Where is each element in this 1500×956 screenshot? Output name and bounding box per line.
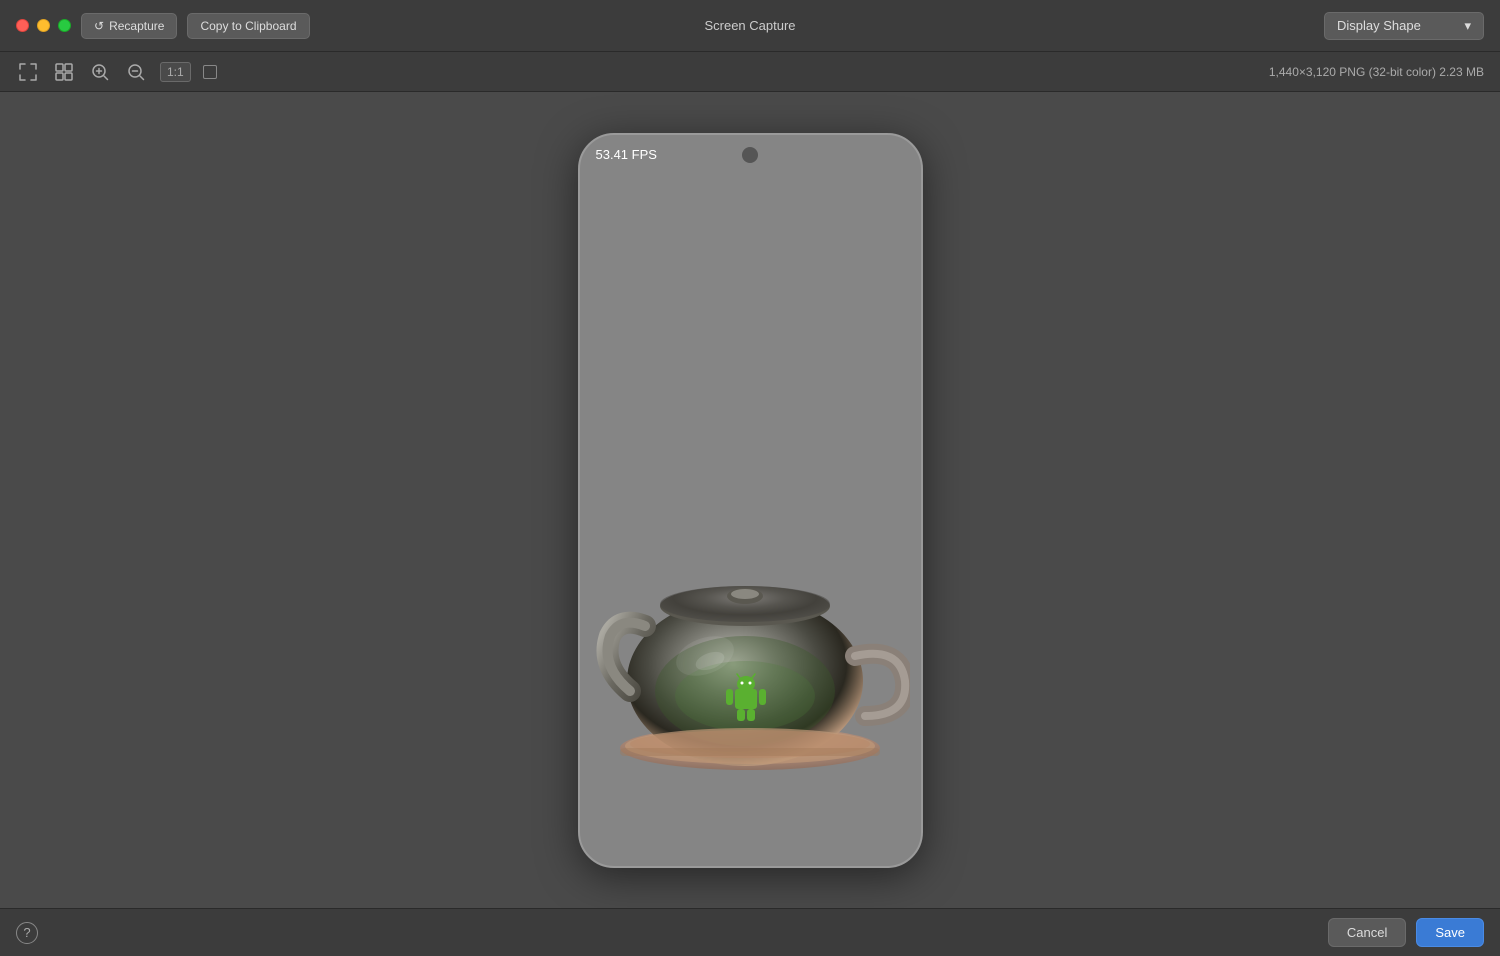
copy-to-clipboard-button[interactable]: Copy to Clipboard	[187, 13, 309, 39]
recapture-button[interactable]: ↺ Recapture	[81, 13, 177, 39]
phone-notch	[742, 147, 758, 163]
bottom-bar: ? Cancel Save	[0, 908, 1500, 956]
close-button[interactable]	[16, 19, 29, 32]
cancel-button[interactable]: Cancel	[1328, 918, 1406, 947]
zoom-in-icon[interactable]	[88, 60, 112, 84]
zoom-out-icon[interactable]	[124, 60, 148, 84]
bottom-right-buttons: Cancel Save	[1328, 918, 1484, 947]
main-content: 53.41 FPS	[0, 92, 1500, 908]
recapture-icon: ↺	[94, 19, 104, 33]
phone-frame: 53.41 FPS	[578, 133, 923, 868]
file-info: 1,440×3,120 PNG (32-bit color) 2.23 MB	[1269, 65, 1484, 79]
maximize-button[interactable]	[58, 19, 71, 32]
minimize-button[interactable]	[37, 19, 50, 32]
display-shape-dropdown[interactable]: Display Shape ▾	[1324, 12, 1484, 40]
toolbar-left-icons: 1:1	[16, 60, 217, 84]
teapot-svg	[590, 506, 910, 786]
traffic-lights	[16, 19, 71, 32]
grid-icon[interactable]	[52, 60, 76, 84]
help-button[interactable]: ?	[16, 922, 38, 944]
teapot-container	[590, 506, 910, 786]
save-button[interactable]: Save	[1416, 918, 1484, 947]
title-bar: ↺ Recapture Copy to Clipboard Screen Cap…	[0, 0, 1500, 52]
title-bar-left: ↺ Recapture Copy to Clipboard	[16, 13, 310, 39]
toolbar-row: 1:1 1,440×3,120 PNG (32-bit color) 2.23 …	[0, 52, 1500, 92]
zoom-level: 1:1	[160, 62, 191, 82]
fullscreen-icon[interactable]	[16, 60, 40, 84]
chevron-down-icon: ▾	[1464, 18, 1471, 34]
window-title: Screen Capture	[704, 18, 795, 33]
checkbox-icon[interactable]	[203, 65, 217, 79]
title-bar-right: Display Shape ▾	[1324, 12, 1484, 40]
fps-label: 53.41 FPS	[596, 147, 657, 162]
